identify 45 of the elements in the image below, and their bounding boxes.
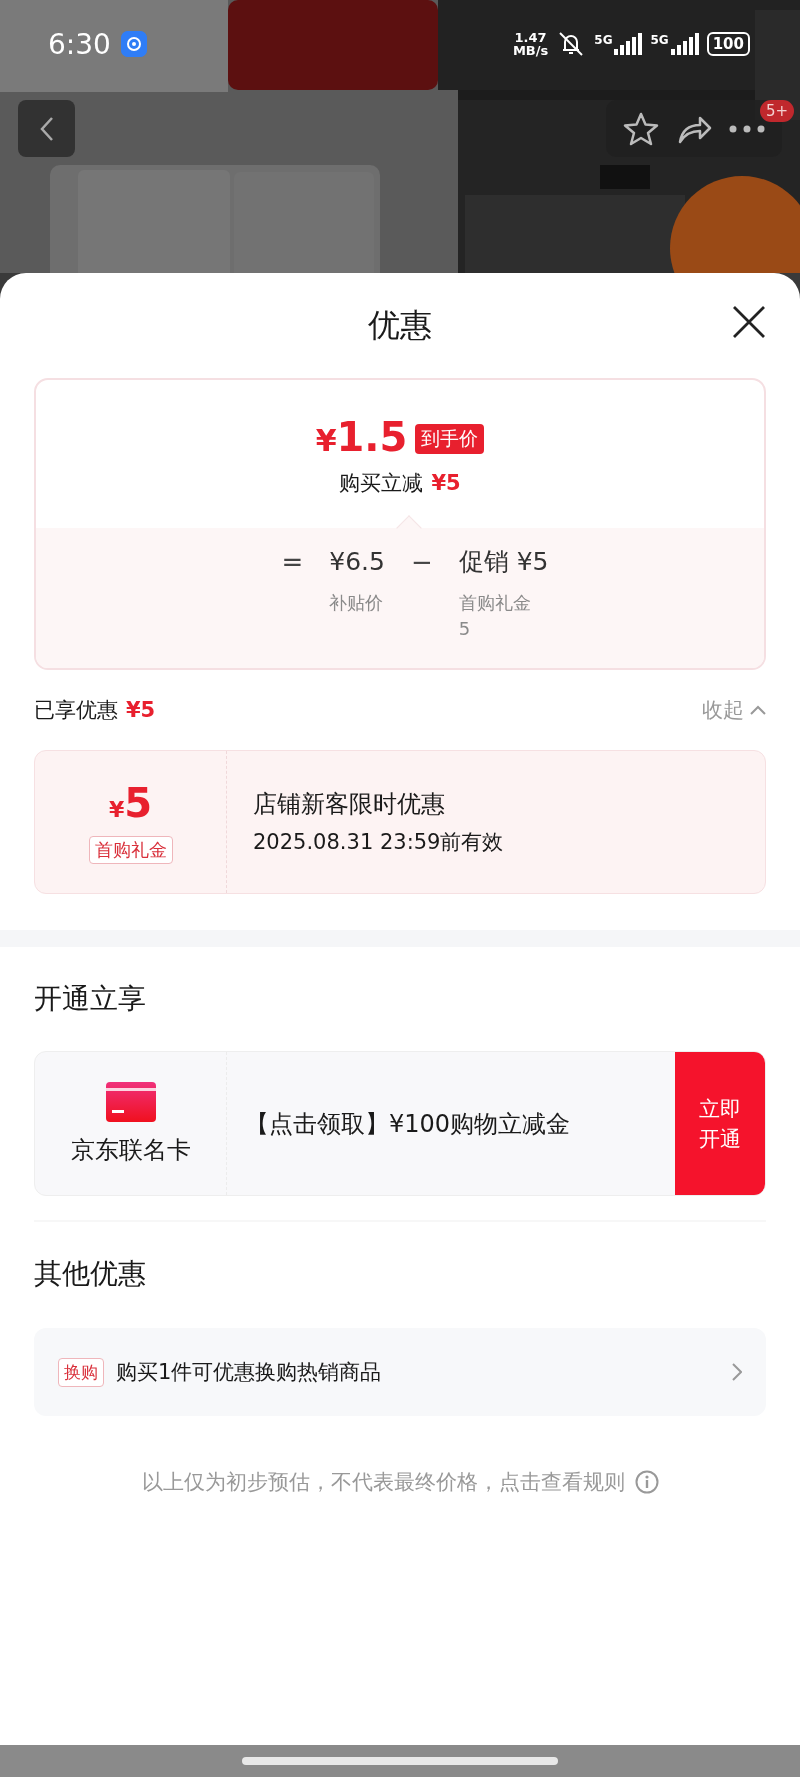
collapse-toggle[interactable]: 收起 bbox=[702, 696, 766, 724]
reduction-label: 购买立减 bbox=[339, 471, 424, 495]
network-type: 5G bbox=[594, 33, 613, 47]
network-type: 5G bbox=[650, 33, 669, 47]
reduction-amount: ¥5 bbox=[431, 471, 461, 495]
star-icon[interactable] bbox=[622, 111, 659, 146]
battery-level: 100 bbox=[706, 32, 750, 56]
base-price-label: 补贴价 bbox=[329, 591, 385, 615]
coupon-validity: 2025.08.31 23:59前有效 bbox=[253, 829, 504, 856]
coupon-tag: 首购礼金 bbox=[88, 835, 173, 864]
section-heading: 开通立享 bbox=[34, 981, 147, 1017]
close-icon[interactable] bbox=[732, 305, 766, 339]
coupon-amount: ¥5 bbox=[108, 780, 153, 828]
savings-label: 已享优惠 bbox=[34, 698, 118, 722]
disclaimer-link[interactable]: 以上仅为初步预估，不代表最终价格，点击查看规则 bbox=[141, 1468, 625, 1496]
signal-icon bbox=[670, 33, 699, 55]
app-icon bbox=[120, 31, 147, 57]
savings-amount: ¥5 bbox=[126, 698, 156, 722]
coupon-title: 店铺新客限时优惠 bbox=[253, 789, 446, 820]
offer-text: 购买1件可优惠换购热销商品 bbox=[116, 1359, 383, 1386]
minus-sign: − bbox=[410, 546, 433, 578]
promo-amount: 促销 ¥5 bbox=[458, 546, 549, 578]
signal-icon bbox=[614, 33, 643, 55]
network-speed: 1.47 bbox=[514, 31, 547, 44]
sheet-title: 优惠 bbox=[368, 304, 432, 346]
price-tag: 到手价 bbox=[415, 424, 485, 454]
speed-unit: MB/s bbox=[512, 44, 549, 57]
credit-card-icon bbox=[105, 1081, 156, 1122]
chevron-right-icon bbox=[732, 1363, 742, 1381]
back-button[interactable] bbox=[18, 100, 75, 157]
clock-time: 6:30 bbox=[48, 27, 111, 61]
more-icon[interactable] bbox=[729, 124, 766, 133]
back-icon bbox=[38, 115, 55, 142]
offer-row[interactable]: 换购 购买1件可优惠换购热销商品 bbox=[34, 1328, 766, 1416]
chevron-up-icon bbox=[750, 705, 766, 715]
info-icon[interactable] bbox=[634, 1470, 659, 1494]
promo-detail: 首购礼金 5 bbox=[458, 591, 532, 641]
section-heading: 其他优惠 bbox=[34, 1256, 147, 1292]
final-price: ¥1.5 bbox=[315, 415, 408, 462]
card-name: 京东联名卡 bbox=[70, 1134, 191, 1166]
equals-sign: = bbox=[281, 546, 304, 578]
offer-tag: 换购 bbox=[58, 1357, 104, 1387]
activate-button[interactable]: 立即开通 bbox=[675, 1052, 765, 1195]
base-price: ¥6.5 bbox=[329, 546, 385, 578]
offer-description: 【点击领取】¥100购物立减金 bbox=[244, 1108, 572, 1140]
